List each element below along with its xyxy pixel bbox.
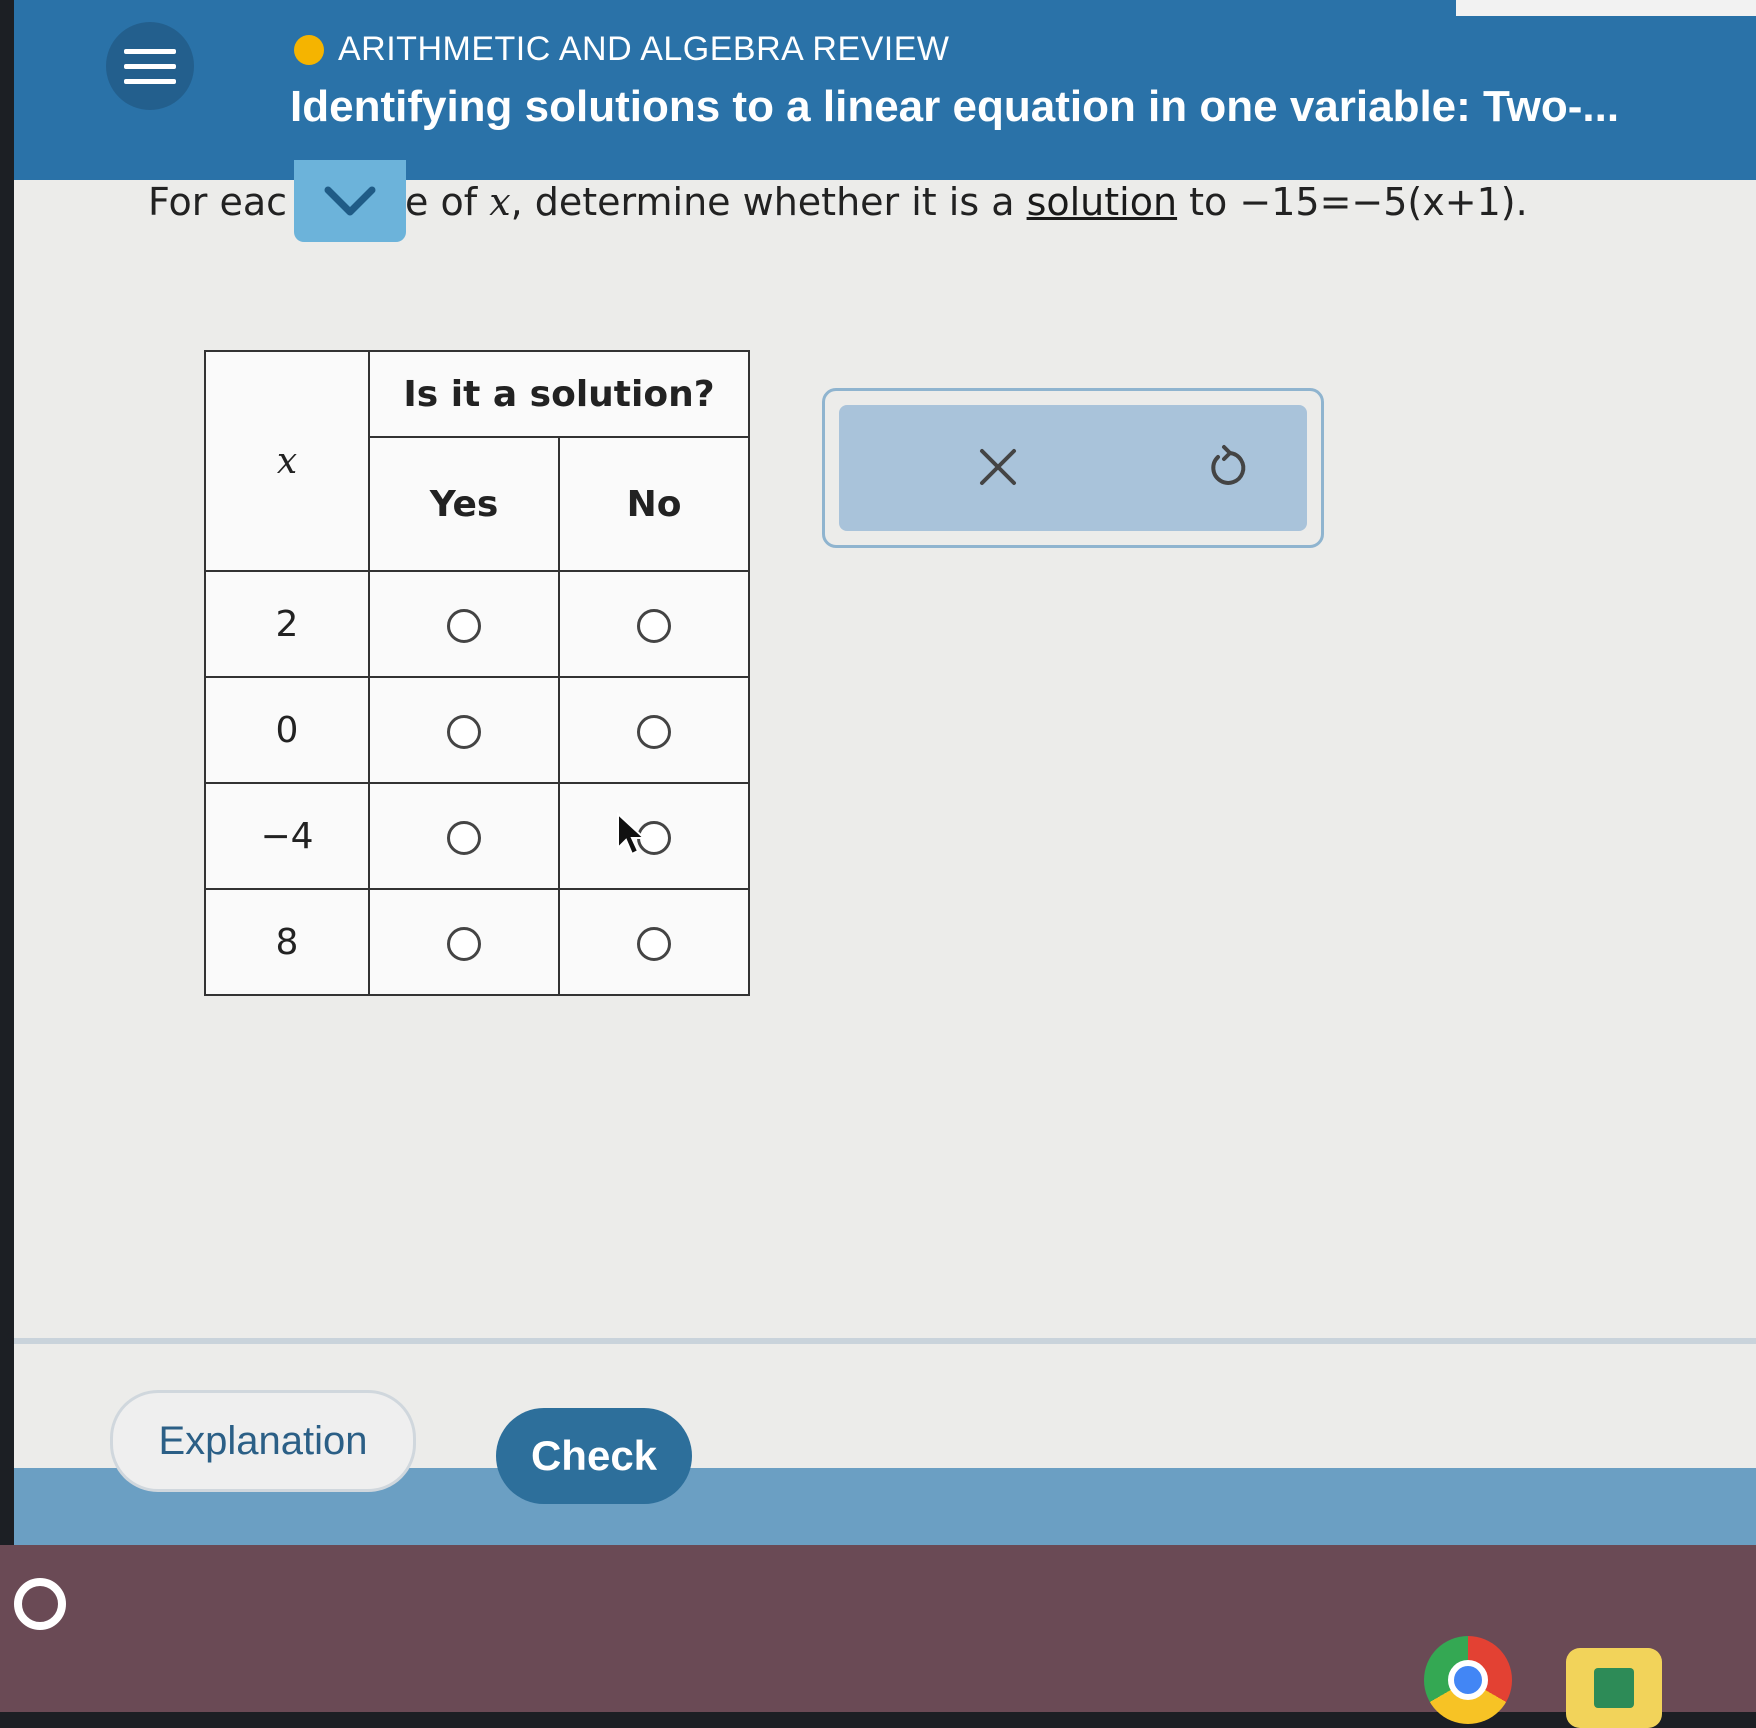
question-body: , determine whether it is a — [510, 180, 1027, 224]
explanation-button[interactable]: Explanation — [110, 1390, 416, 1492]
question-middle: e of — [405, 180, 490, 224]
no-radio[interactable] — [637, 926, 671, 961]
undo-button[interactable] — [1183, 429, 1273, 505]
menu-icon-line — [124, 78, 176, 84]
header-yes: Yes — [368, 436, 560, 572]
solution-table: x Is it a solution? Yes No 2 0 −4 8 — [204, 350, 750, 996]
yes-radio[interactable] — [447, 926, 481, 961]
solution-term-link[interactable]: solution — [1027, 180, 1177, 224]
page-title: Identifying solutions to a linear equati… — [290, 82, 1620, 131]
header-bar: ARITHMETIC AND ALGEBRA REVIEW Identifyin… — [14, 0, 1756, 180]
table-row: 8 — [204, 888, 750, 996]
x-value: 2 — [204, 570, 370, 678]
answer-tools-inner — [839, 405, 1307, 531]
yes-cell — [368, 782, 560, 890]
table-row: 2 — [204, 570, 750, 678]
x-value: 0 — [204, 676, 370, 784]
answer-tools-panel — [822, 388, 1324, 548]
x-value: 8 — [204, 888, 370, 996]
no-cell — [558, 570, 750, 678]
yes-radio[interactable] — [447, 714, 481, 749]
yes-radio[interactable] — [447, 608, 481, 643]
topic-row: ARITHMETIC AND ALGEBRA REVIEW — [294, 30, 950, 69]
launcher-icon[interactable] — [14, 1578, 66, 1630]
header-x: x — [204, 350, 370, 572]
menu-button[interactable] — [106, 22, 194, 110]
mouse-pointer-icon — [617, 812, 647, 856]
no-radio[interactable] — [637, 608, 671, 643]
yes-cell — [368, 676, 560, 784]
chevron-down-icon — [324, 186, 376, 216]
footer-divider — [14, 1338, 1756, 1344]
classroom-app-icon[interactable] — [1566, 1648, 1662, 1728]
table-row: −4 — [204, 782, 750, 890]
no-cell — [558, 782, 750, 890]
collapse-header-button[interactable] — [294, 160, 406, 242]
yes-cell — [368, 570, 560, 678]
question-prefix: For eac — [148, 180, 288, 224]
x-value: −4 — [204, 782, 370, 890]
topic-status-dot-icon — [294, 34, 324, 65]
check-button[interactable]: Check — [496, 1408, 692, 1504]
app-screen: ARITHMETIC AND ALGEBRA REVIEW Identifyin… — [14, 0, 1756, 1545]
question-variable: x — [489, 180, 511, 224]
equation: −15=−5(x+1). — [1239, 180, 1528, 224]
table-row: 0 — [204, 676, 750, 784]
no-cell — [558, 888, 750, 996]
close-icon — [980, 449, 1016, 485]
no-radio[interactable] — [637, 714, 671, 749]
question-to: to — [1177, 180, 1240, 224]
yes-radio[interactable] — [447, 820, 481, 855]
undo-icon — [1211, 445, 1246, 485]
yes-cell — [368, 888, 560, 996]
menu-icon-line — [124, 63, 176, 69]
header-is-solution: Is it a solution? — [368, 350, 750, 438]
chrome-icon[interactable] — [1424, 1636, 1512, 1724]
browser-strip — [1456, 0, 1756, 16]
no-cell — [558, 676, 750, 784]
clear-button[interactable] — [953, 429, 1043, 505]
topic-label: ARITHMETIC AND ALGEBRA REVIEW — [338, 30, 950, 68]
menu-icon-line — [124, 48, 176, 54]
header-no: No — [558, 436, 750, 572]
